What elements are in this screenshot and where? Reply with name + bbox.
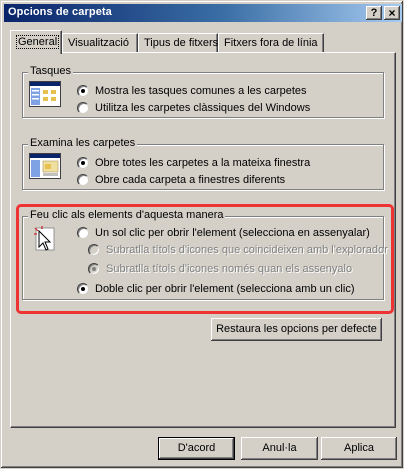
tab-general[interactable]: General <box>10 30 62 54</box>
classic-folders-radio[interactable] <box>77 102 89 114</box>
browse-folders-group: Examina les carpetes Obre totes les carp… <box>22 137 384 190</box>
separate-windows-radio[interactable] <box>77 174 89 186</box>
underline-always-label: Subratlla títols d'icones que coincideix… <box>106 244 388 256</box>
tab-view[interactable]: Visualització <box>62 33 138 53</box>
window-title: Opcions de carpeta <box>8 6 112 18</box>
help-button[interactable]: ? <box>366 6 382 20</box>
close-button[interactable]: × <box>384 6 400 20</box>
double-click-label: Doble clic per obrir l'element (seleccio… <box>95 283 355 295</box>
tasks-folder-icon <box>29 81 61 107</box>
cancel-button[interactable]: Anul·la <box>241 437 318 460</box>
tab-view-label: Visualització <box>68 37 129 49</box>
ok-button[interactable]: D'acord <box>158 437 235 460</box>
underline-always-radio[interactable] <box>88 244 100 256</box>
classic-folders-label: Utilitza les carpetes clàssiques del Win… <box>95 102 311 114</box>
separate-windows-label: Obre cada carpeta a finestres diferents <box>95 174 286 186</box>
folder-options-dialog: Opcions de carpeta ? × General Visualitz… <box>0 0 404 469</box>
tab-offline-files-label: Fitxers fora de línia <box>224 37 318 49</box>
single-click-label: Un sol clic per obrir l'element (selecci… <box>95 227 370 239</box>
single-click-option[interactable]: Un sol clic per obrir l'element (selecci… <box>77 227 370 239</box>
cursor-click-icon <box>34 226 55 251</box>
tab-file-types-label: Tipus de fitxers <box>144 37 219 49</box>
browse-folders-group-title: Examina les carpetes <box>28 137 138 149</box>
show-common-tasks-label: Mostra les tasques comunes a les carpete… <box>95 85 307 97</box>
double-click-option[interactable]: Doble clic per obrir l'element (seleccio… <box>77 283 354 295</box>
tab-general-label: General <box>16 35 60 49</box>
tasks-group-title: Tasques <box>28 65 73 77</box>
restore-defaults-button[interactable]: Restaura les opcions per defecte <box>211 318 382 341</box>
show-common-tasks-option[interactable]: Mostra les tasques comunes a les carpete… <box>77 85 307 97</box>
underline-on-point-option[interactable]: Subratlla títols d'icones només quan els… <box>88 263 352 275</box>
double-click-radio[interactable] <box>77 283 89 295</box>
same-window-radio[interactable] <box>77 157 89 169</box>
underline-on-point-radio[interactable] <box>88 263 100 275</box>
general-tab-panel: Tasques Mostra les tasques comunes a les… <box>10 52 396 428</box>
underline-always-option[interactable]: Subratlla títols d'icones que coincideix… <box>88 244 388 256</box>
same-window-label: Obre totes les carpetes a la mateixa fin… <box>95 157 311 169</box>
click-items-group-title: Feu clic als elements d'aquesta manera <box>28 209 226 221</box>
tab-file-types[interactable]: Tipus de fitxers <box>138 33 218 53</box>
tab-offline-files[interactable]: Fitxers fora de línia <box>218 33 324 53</box>
underline-on-point-label: Subratlla títols d'icones només quan els… <box>106 263 353 275</box>
single-click-radio[interactable] <box>77 227 89 239</box>
browse-folders-icon <box>29 153 61 179</box>
apply-button[interactable]: Aplica <box>321 437 397 460</box>
separate-windows-option[interactable]: Obre cada carpeta a finestres diferents <box>77 174 285 186</box>
title-bar: Opcions de carpeta ? × <box>4 4 402 22</box>
click-items-group: Feu clic als elements d'aquesta manera U… <box>22 209 388 300</box>
tasks-group: Tasques Mostra les tasques comunes a les… <box>22 65 384 118</box>
same-window-option[interactable]: Obre totes les carpetes a la mateixa fin… <box>77 157 310 169</box>
show-common-tasks-radio[interactable] <box>77 85 89 97</box>
classic-folders-option[interactable]: Utilitza les carpetes clàssiques del Win… <box>77 102 310 114</box>
